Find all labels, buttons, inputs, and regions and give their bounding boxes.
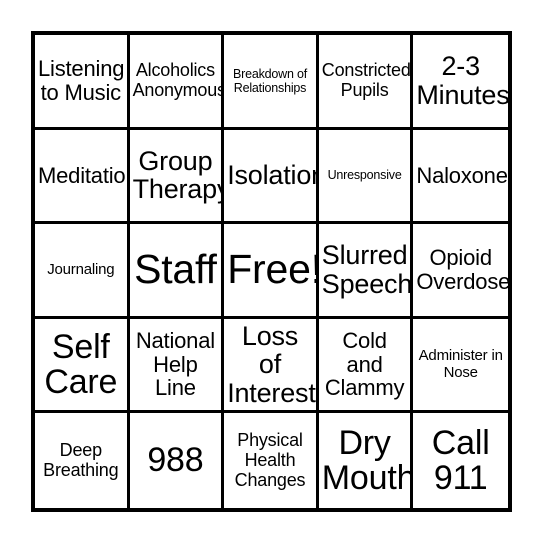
bingo-cell[interactable]: Group Therapy — [129, 129, 225, 225]
bingo-cell-label: Loss of Interest — [227, 320, 316, 408]
bingo-card: Listening to Music Alcoholics Anonymous Br… — [31, 31, 512, 512]
bingo-cell-label: Cold and Clammy — [324, 327, 405, 401]
bingo-cell-label: Staff — [134, 246, 217, 293]
bingo-cell-label: Constricted Pupils — [321, 60, 411, 100]
bingo-cell-label: Self Care — [44, 327, 118, 401]
bingo-cell[interactable]: Naloxone — [413, 129, 508, 225]
bingo-cell-label: National Help Line — [135, 327, 215, 401]
bingo-cell[interactable]: Physical Health Changes — [224, 413, 319, 508]
bingo-cell-label: Meditation — [38, 162, 130, 188]
bingo-grid: Listening to Music Alcoholics Anonymous Br… — [35, 35, 508, 508]
bingo-cell-label: Breakdown of Relationships — [232, 66, 308, 95]
bingo-cell[interactable]: Self Care — [35, 318, 130, 414]
bingo-cell[interactable]: Opioid Overdose — [413, 224, 508, 319]
bingo-cell-label: Deep Breathing — [43, 439, 119, 480]
bingo-cell-label: Free! — [227, 246, 319, 293]
bingo-cell-label: Unresponsive — [327, 168, 402, 183]
bingo-cell[interactable]: Cold and Clammy — [318, 318, 414, 414]
bingo-cell[interactable]: Breakdown of Relationships — [224, 35, 319, 130]
bingo-cell-label: Physical Health Changes — [234, 429, 306, 490]
bingo-cell-label: Isolation — [227, 160, 319, 191]
bingo-free-space[interactable]: Free! — [224, 224, 319, 319]
bingo-cell[interactable]: Staff — [129, 224, 225, 319]
bingo-cell[interactable]: Alcoholics Anonymous — [129, 35, 225, 130]
bingo-cell[interactable]: Isolation — [224, 129, 319, 225]
bingo-cell[interactable]: Loss of Interest — [224, 318, 319, 414]
bingo-cell[interactable]: Journaling — [35, 224, 130, 319]
bingo-cell[interactable]: 2-3 Minutes — [413, 35, 508, 130]
bingo-cell[interactable]: Listening to Music — [35, 35, 130, 130]
bingo-cell[interactable]: National Help Line — [129, 318, 225, 414]
bingo-cell-label: 2-3 Minutes — [416, 51, 508, 110]
bingo-cell[interactable]: Call 911 — [413, 413, 508, 508]
bingo-cell[interactable]: Slurred Speech — [318, 224, 414, 319]
bingo-cell[interactable]: Dry Mouth — [318, 413, 414, 508]
bingo-cell-label: Slurred Speech — [321, 240, 413, 299]
bingo-cell[interactable]: Unresponsive — [318, 129, 414, 225]
bingo-cell[interactable]: 988 — [129, 413, 225, 508]
bingo-cell-label: Journaling — [47, 260, 115, 278]
bingo-cell-label: Dry Mouth — [321, 424, 414, 497]
bingo-cell-label: 988 — [147, 441, 204, 480]
bingo-cell-label: Opioid Overdose — [416, 245, 508, 294]
bingo-cell[interactable]: Deep Breathing — [35, 413, 130, 508]
bingo-cell-label: Naloxone — [416, 162, 508, 188]
bingo-cell-label: Administer in Nose — [418, 346, 503, 381]
bingo-cell-label: Call 911 — [431, 424, 490, 497]
bingo-cell[interactable]: Administer in Nose — [413, 318, 508, 414]
bingo-cell-label: Group Therapy — [132, 145, 225, 205]
bingo-cell[interactable]: Meditation — [35, 129, 130, 225]
bingo-cell-label: Listening to Music — [38, 56, 125, 105]
bingo-cell-label: Alcoholics Anonymous — [132, 60, 225, 100]
bingo-cell[interactable]: Constricted Pupils — [318, 35, 414, 130]
